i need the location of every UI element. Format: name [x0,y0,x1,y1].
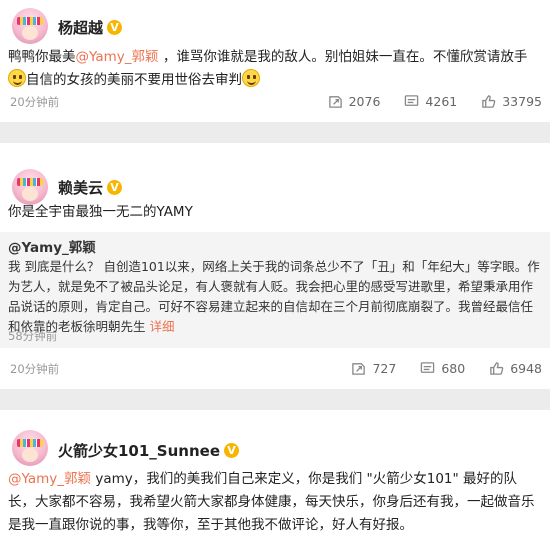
author-name-text[interactable]: 赖美云 [58,179,103,197]
author-name-text[interactable]: 杨超越 [58,19,103,37]
author-name[interactable]: 杨超越 V [58,17,123,38]
repost-icon [328,96,342,108]
post-text-segment: 鸭鸭你最美 [8,49,76,65]
post-text: 你是全宇宙最独一无二的YAMY [8,204,193,220]
post-text: 鸭鸭你最美@Yamy_郭颖 ，谁骂你谁就是我的敌人。别怕姐妹一直在。不懂欣赏请放… [8,46,540,92]
like-count: 33795 [502,94,542,109]
like-icon [482,95,496,108]
quoted-post[interactable]: @Yamy_郭颖 我 到底是什么？ 自创造101以来，网络上关于我的词条总少不了… [0,232,550,348]
avatar[interactable] [12,430,48,466]
avatar[interactable] [12,8,48,44]
comment-button[interactable]: 4261 [404,94,457,109]
smile-emoji-icon [8,69,26,87]
more-link[interactable]: 详细 [150,319,175,334]
author-name[interactable]: 火箭少女101_Sunnee V [58,440,239,461]
repost-count: 727 [372,361,397,376]
verified-badge-icon: V [107,180,123,195]
repost-button[interactable]: 727 [351,361,396,376]
post-text-segment: 自信的女孩的美丽不要用世俗去审判 [26,72,242,88]
verified-badge-icon: V [224,443,239,458]
post-time[interactable]: 20分钟前 [10,361,59,377]
verified-badge-icon: V [107,20,123,35]
avatar[interactable] [12,169,48,205]
author-name-text[interactable]: 火箭少女101_Sunnee [58,442,220,460]
like-count: 6948 [510,361,542,376]
action-bar: 727 680 6948 [327,361,542,376]
quoted-author[interactable]: @Yamy_郭颖 [8,236,96,256]
quoted-text: 我 到底是什么？ 自创造101以来，网络上关于我的词条总少不了「丑」和「年纪大」… [8,257,540,337]
comment-count: 680 [441,361,466,376]
repost-button[interactable]: 2076 [328,94,381,109]
quoted-text-body: 我 到底是什么？ 自创造101以来，网络上关于我的词条总少不了「丑」和「年纪大」… [8,259,540,334]
comment-icon [405,95,419,106]
post-card-2: 赖美云 V 你是全宇宙最独一无二的YAMY @Yamy_郭颖 我 到底是什么？ 自… [0,143,550,389]
post-card-3: 火箭少女101_Sunnee V @Yamy_郭颖 yamy，我们的美我们自己来定… [0,410,550,540]
quoted-time[interactable]: 58分钟前 [8,328,57,344]
author-name[interactable]: 赖美云 V [58,177,123,198]
like-button[interactable]: 33795 [481,94,542,109]
mention-link[interactable]: @Yamy_郭颖 [76,49,159,65]
post-text: @Yamy_郭颖 yamy，我们的美我们自己来定义，你是我们 "火箭少女101"… [8,468,540,537]
comment-count: 4261 [425,94,458,109]
mention-link[interactable]: @Yamy_郭颖 [8,471,91,487]
like-icon [490,362,504,375]
post-card-1: 杨超越 V 鸭鸭你最美@Yamy_郭颖 ，谁骂你谁就是我的敌人。别怕姐妹一直在。不… [0,0,550,122]
comment-icon [421,362,435,373]
like-button[interactable]: 6948 [489,361,542,376]
post-text-segment: ，谁骂你谁就是我的敌人。别怕姐妹一直在。不懂欣赏请放手 [158,49,528,65]
repost-icon [352,363,366,375]
comment-button[interactable]: 680 [420,361,465,376]
repost-count: 2076 [348,94,381,109]
action-bar: 2076 4261 33795 [304,94,542,109]
smile-emoji-icon [242,69,260,87]
post-time[interactable]: 20分钟前 [10,94,59,110]
